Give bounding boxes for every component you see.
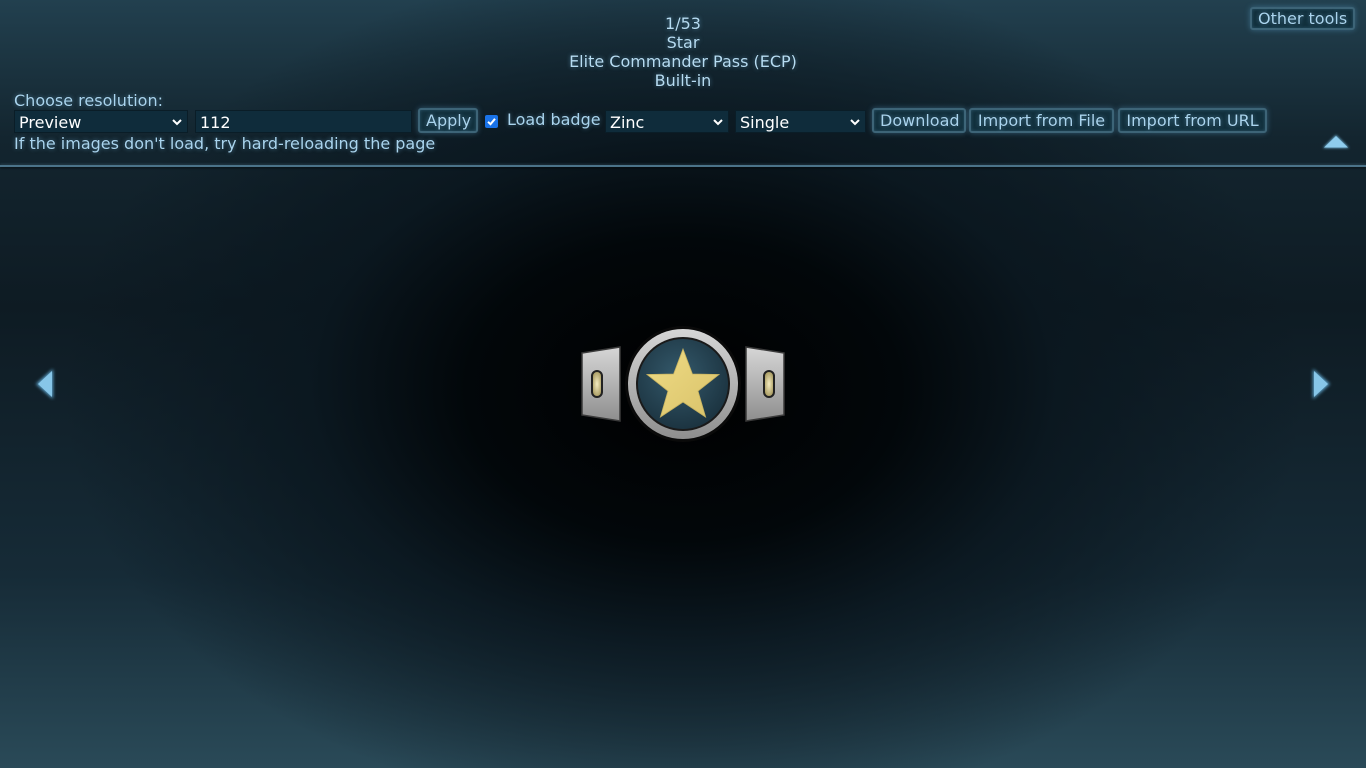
toolbar: Preview 112 Apply Load badge Zinc Single… (14, 108, 1274, 134)
import-file-button[interactable]: Import from File (969, 108, 1114, 133)
badge-mode-value: Single (740, 113, 790, 132)
apply-button[interactable]: Apply (418, 108, 478, 133)
badge-material-value: Zinc (610, 113, 645, 132)
collapse-toggle-icon[interactable] (1321, 133, 1351, 151)
item-info: 1/53 Star Elite Commander Pass (ECP) Bui… (0, 14, 1366, 90)
chevron-down-icon (713, 119, 723, 126)
item-counter: 1/53 (665, 14, 701, 33)
badge-right-wing (745, 346, 785, 422)
badge-left-wing (581, 346, 621, 422)
next-arrow-icon[interactable] (1309, 367, 1333, 401)
download-button[interactable]: Download (872, 108, 966, 133)
resolution-select-value: Preview (19, 113, 82, 132)
import-url-button[interactable]: Import from URL (1118, 108, 1267, 133)
checkmark-icon (487, 118, 496, 126)
header-divider (0, 165, 1366, 167)
item-name: Star (666, 33, 700, 52)
reload-hint: If the images don't load, try hard-reloa… (14, 134, 436, 153)
chevron-down-icon (172, 119, 182, 126)
badge-mode-select[interactable]: Single (735, 110, 866, 133)
resolution-input-value: 112 (200, 113, 231, 132)
other-tools-button[interactable]: Other tools (1250, 7, 1356, 30)
badge-material-select[interactable]: Zinc (605, 110, 729, 133)
resolution-select[interactable]: Preview (14, 110, 188, 133)
star-badge-preview (581, 326, 785, 442)
chevron-down-icon (850, 119, 860, 126)
pack-name: Elite Commander Pass (ECP) (569, 52, 797, 71)
item-source: Built-in (654, 71, 712, 90)
resolution-input[interactable]: 112 (195, 110, 412, 133)
previous-arrow-icon[interactable] (33, 367, 57, 401)
load-badge-checkbox[interactable] (485, 115, 498, 128)
load-badge-label: Load badge (507, 110, 601, 129)
